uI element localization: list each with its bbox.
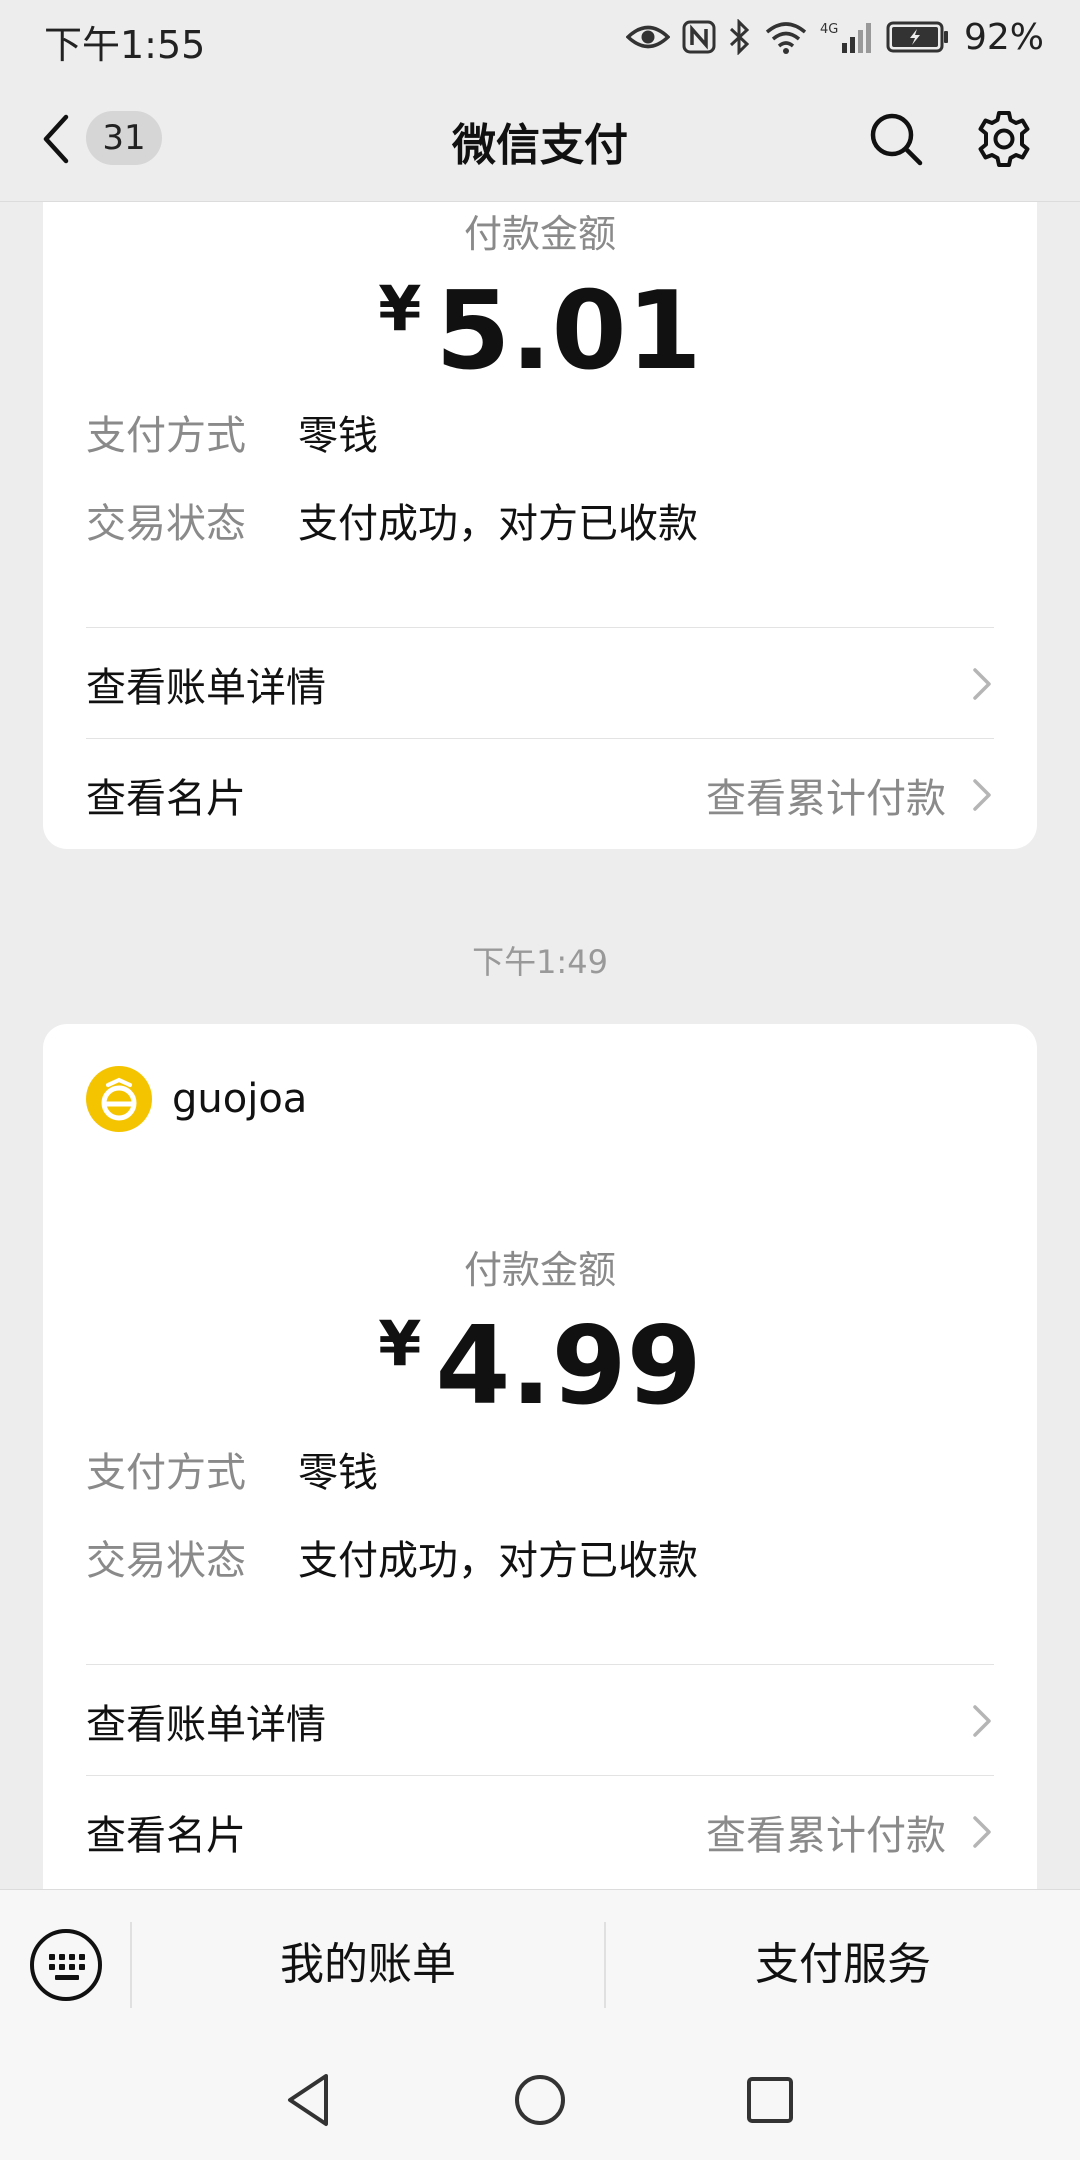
chevron-right-icon [973, 668, 991, 700]
payment-method-row: 支付方式 零钱 [86, 408, 378, 464]
transaction-status-row: 交易状态 支付成功，对方已收款 [86, 496, 698, 552]
currency-symbol: ¥ [378, 1307, 422, 1380]
payment-services-menu[interactable]: 支付服务 [606, 1930, 1080, 2000]
home-circle-icon[interactable] [500, 2060, 580, 2140]
my-bills-menu[interactable]: 我的账单 [132, 1930, 604, 2000]
amount-value: ¥5.01 [43, 269, 1037, 394]
wifi-icon [765, 22, 807, 54]
payment-method-label: 支付方式 [86, 413, 246, 459]
amount-number: 5.01 [435, 269, 702, 394]
view-bill-details-label: 查看账单详情 [86, 665, 326, 711]
chevron-right-icon [973, 1705, 991, 1737]
transaction-status-value: 支付成功，对方已收款 [298, 1538, 698, 1584]
status-icons: 4G 92% [625, 14, 1044, 60]
network-type: 4G [820, 22, 838, 37]
merchant-avatar [86, 1066, 152, 1132]
chevron-right-icon [973, 779, 991, 811]
view-cumulative-payments: 查看累计付款 [706, 776, 946, 822]
back-triangle-icon[interactable] [270, 2060, 350, 2140]
search-icon[interactable] [868, 111, 924, 167]
bottom-menu: 我的账单 支付服务 [0, 1889, 1080, 2041]
view-bill-details-row[interactable]: 查看账单详情 [86, 628, 994, 738]
view-cumulative-payments: 查看累计付款 [706, 1813, 946, 1859]
transaction-status-label: 交易状态 [86, 1538, 246, 1584]
system-navigation-bar [0, 2040, 1080, 2160]
chevron-right-icon [973, 1816, 991, 1848]
view-bill-details-label: 查看账单详情 [86, 1702, 326, 1748]
payment-card: 付款金额 ¥5.01 支付方式 零钱 交易状态 支付成功，对方已收款 查看账单详情 … [43, 201, 1037, 849]
gear-icon[interactable] [974, 109, 1034, 169]
bluetooth-icon [729, 19, 750, 55]
status-time: 下午1:55 [44, 23, 206, 67]
recents-square-icon[interactable] [730, 2060, 810, 2140]
transaction-status-row: 交易状态 支付成功，对方已收款 [86, 1533, 698, 1589]
status-bar: 下午1:55 4G 92% [0, 0, 1080, 75]
signal-icon: 4G [820, 22, 871, 53]
transaction-status-label: 交易状态 [86, 501, 246, 547]
battery-icon [886, 21, 948, 53]
currency-symbol: ¥ [378, 272, 422, 345]
view-card-label: 查看名片 [86, 1813, 246, 1859]
amount-label: 付款金额 [463, 1248, 616, 1292]
nav-bar: 31 微信支付 [0, 75, 1080, 202]
payment-method-label: 支付方式 [86, 1450, 246, 1496]
view-card-label: 查看名片 [86, 776, 246, 822]
amount-value: ¥4.99 [43, 1304, 1037, 1429]
view-card-row[interactable]: 查看名片 查看累计付款 [86, 1776, 994, 1886]
battery-percent: 92% [963, 16, 1044, 58]
transaction-status-value: 支付成功，对方已收款 [298, 501, 698, 547]
message-list[interactable]: 付款金额 ¥5.01 支付方式 零钱 交易状态 支付成功，对方已收款 查看账单详情 … [0, 201, 1080, 1889]
payment-card: guojoa 付款金额 ¥4.99 支付方式 零钱 交易状态 支付成功，对方已收款 … [43, 1024, 1037, 1889]
merchant-name: guojoa [172, 1076, 308, 1122]
amount-number: 4.99 [435, 1304, 702, 1429]
message-timestamp: 下午1:49 [472, 943, 608, 981]
keyboard-icon[interactable] [28, 1927, 104, 2003]
merchant-row[interactable]: guojoa [86, 1066, 307, 1132]
payment-method-row: 支付方式 零钱 [86, 1445, 378, 1501]
view-bill-details-row[interactable]: 查看账单详情 [86, 1665, 994, 1775]
amount-label: 付款金额 [463, 212, 616, 256]
payment-method-value: 零钱 [298, 413, 378, 459]
view-card-row[interactable]: 查看名片 查看累计付款 [86, 739, 994, 849]
eye-icon [625, 25, 670, 49]
nfc-icon [682, 20, 716, 54]
payment-method-value: 零钱 [298, 1450, 378, 1496]
